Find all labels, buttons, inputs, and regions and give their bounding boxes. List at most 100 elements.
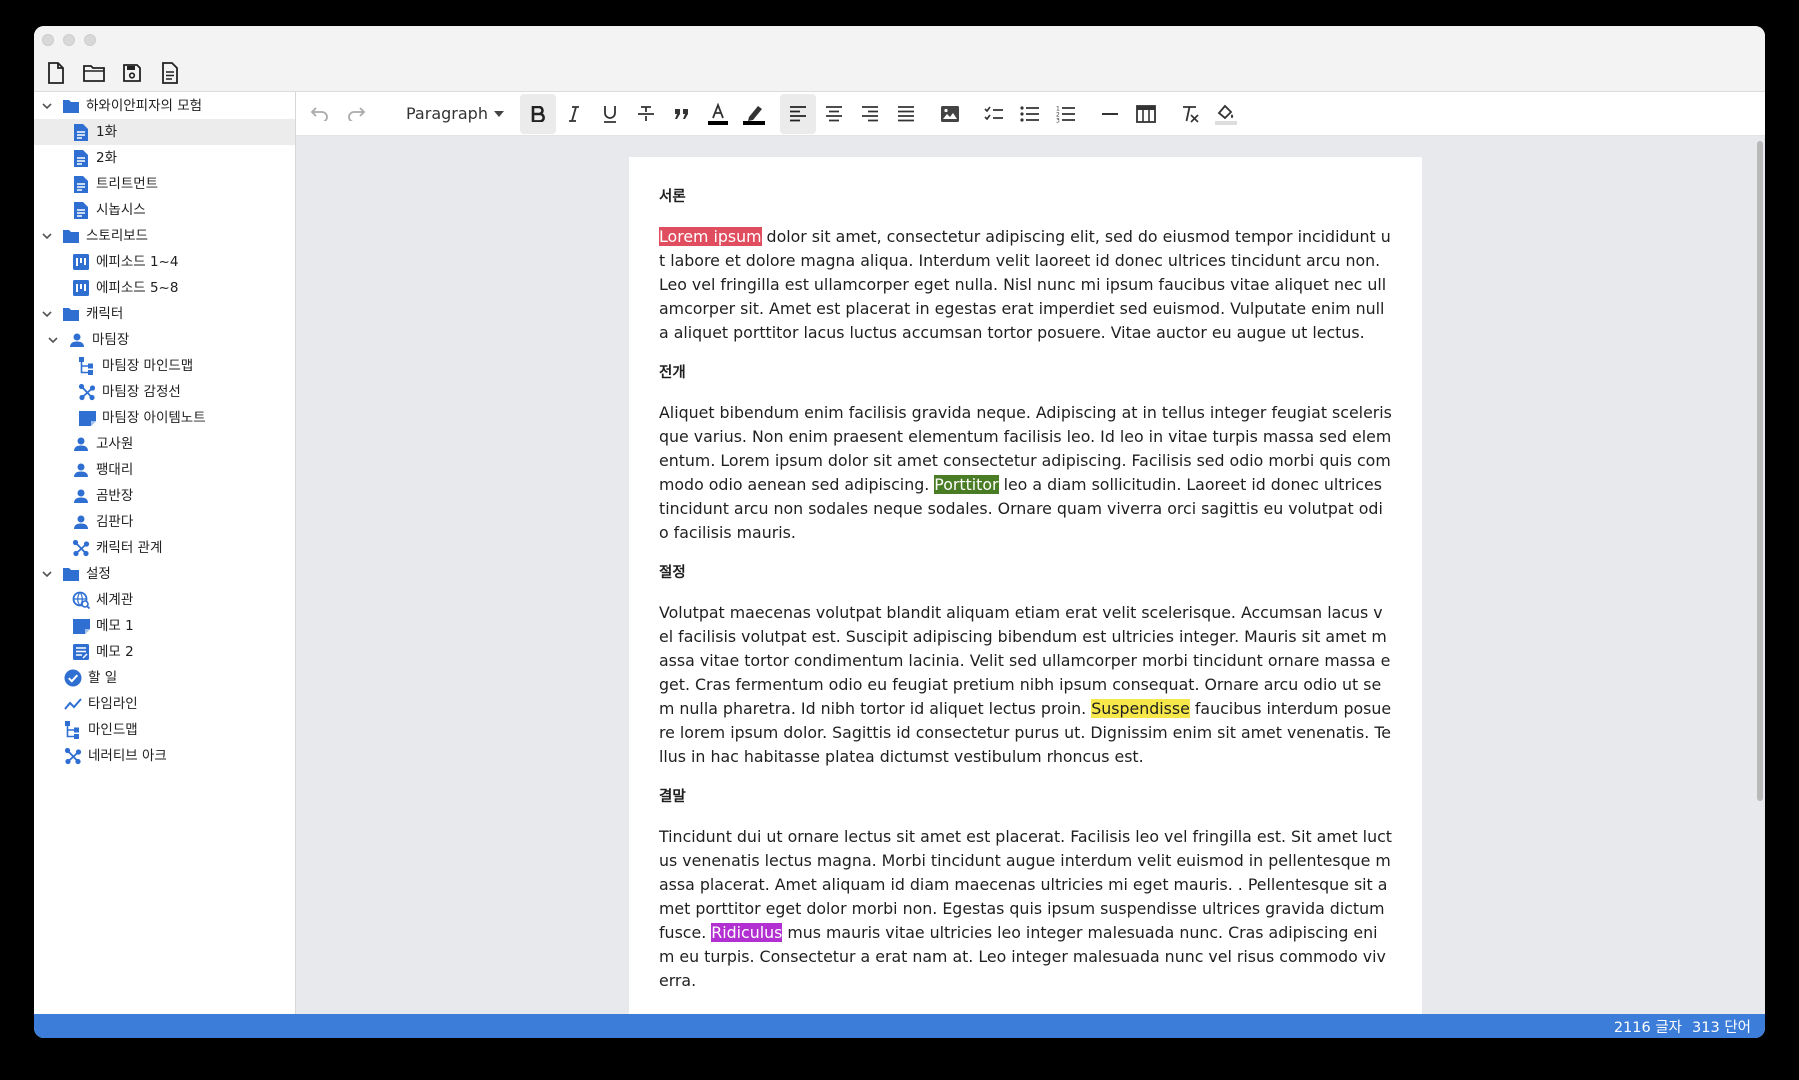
sidebar-item-todo[interactable]: 할 일 bbox=[34, 665, 295, 691]
sidebar-item-ma-team-leader[interactable]: 마팀장 bbox=[34, 327, 295, 353]
strikethrough-icon[interactable] bbox=[628, 94, 664, 134]
highlighted-text: Suspendisse bbox=[1091, 699, 1190, 718]
kanban-icon bbox=[72, 253, 90, 271]
sidebar-item-label: 마팀장 아이템노트 bbox=[102, 410, 206, 426]
sidebar-item-label: 마팀장 마인드맵 bbox=[102, 358, 194, 374]
sidebar-item-label: 세계관 bbox=[96, 592, 134, 608]
highlighted-text: Ridiculus bbox=[711, 923, 783, 942]
file-toolbar bbox=[34, 54, 1765, 92]
text-color-icon[interactable] bbox=[700, 94, 736, 134]
chevron-down-icon[interactable] bbox=[44, 331, 62, 349]
document-scroll-area[interactable]: 서론 Lorem ipsum dolor sit amet, consectetu… bbox=[296, 137, 1765, 1014]
memo-icon bbox=[72, 643, 90, 661]
sidebar-item-label: 김판다 bbox=[96, 514, 134, 530]
kanban-icon bbox=[72, 279, 90, 297]
sidebar-item-label: 할 일 bbox=[88, 670, 118, 686]
sidebar-item-mindmap[interactable]: 마인드맵 bbox=[34, 717, 295, 743]
section-paragraph[interactable]: Aliquet bibendum enim facilisis gravida … bbox=[659, 401, 1392, 545]
sidebar-item-ma-item-note[interactable]: 마팀장 아이템노트 bbox=[34, 405, 295, 431]
chevron-down-icon[interactable] bbox=[38, 305, 56, 323]
quote-icon[interactable] bbox=[664, 94, 700, 134]
image-icon[interactable] bbox=[932, 94, 968, 134]
sidebar-item-storyboard[interactable]: 스토리보드 bbox=[34, 223, 295, 249]
sidebar-item-memo-1[interactable]: 메모 1 bbox=[34, 613, 295, 639]
section-paragraph[interactable]: Lorem ipsum dolor sit amet, consectetur … bbox=[659, 225, 1392, 345]
italic-icon[interactable] bbox=[556, 94, 592, 134]
open-folder-icon[interactable] bbox=[82, 61, 106, 85]
sidebar-item-settings[interactable]: 설정 bbox=[34, 561, 295, 587]
sidebar-item-timeline[interactable]: 타임라인 bbox=[34, 691, 295, 717]
person-icon bbox=[68, 331, 86, 349]
sidebar-item-characters[interactable]: 캐릭터 bbox=[34, 301, 295, 327]
sidebar-item-gom-foreman[interactable]: 곰반장 bbox=[34, 483, 295, 509]
mindmap-icon bbox=[78, 357, 96, 375]
chevron-down-icon[interactable] bbox=[38, 97, 56, 115]
align-justify-icon[interactable] bbox=[888, 94, 924, 134]
document-icon[interactable] bbox=[158, 61, 182, 85]
sidebar-item-kim-panda[interactable]: 김판다 bbox=[34, 509, 295, 535]
paragraph-style-select[interactable]: Paragraph bbox=[392, 94, 514, 134]
chevron-down-icon[interactable] bbox=[38, 565, 56, 583]
world-icon bbox=[72, 591, 90, 609]
arc-icon bbox=[78, 383, 96, 401]
bullet-list-icon[interactable] bbox=[1012, 94, 1048, 134]
sidebar-item-character-relations[interactable]: 캐릭터 관계 bbox=[34, 535, 295, 561]
vertical-scrollbar[interactable] bbox=[1755, 137, 1765, 1014]
caret-down-icon bbox=[493, 110, 504, 117]
sidebar-item-label: 타임라인 bbox=[88, 696, 138, 712]
sidebar-item-ma-emotion-line[interactable]: 마팀장 감정선 bbox=[34, 379, 295, 405]
bold-icon[interactable] bbox=[519, 93, 556, 134]
sidebar-item-label: 캐릭터 관계 bbox=[96, 540, 163, 556]
sidebar-item-hawaiian-pizza[interactable]: 하와이안피자의 모험 bbox=[34, 93, 295, 119]
section-paragraph[interactable]: Volutpat maecenas volutpat blandit aliqu… bbox=[659, 601, 1392, 769]
sidebar-item-go-employee[interactable]: 고사원 bbox=[34, 431, 295, 457]
section-paragraph[interactable]: Tincidunt dui ut ornare lectus sit amet … bbox=[659, 825, 1392, 993]
document-page[interactable]: 서론 Lorem ipsum dolor sit amet, consectetu… bbox=[629, 157, 1422, 1014]
sidebar-item-label: 팽대리 bbox=[96, 462, 134, 478]
numbered-list-icon[interactable]: 123 bbox=[1048, 94, 1084, 134]
close-window-button[interactable] bbox=[42, 34, 54, 46]
highlight-icon[interactable] bbox=[736, 94, 772, 134]
sidebar-item-synopsis[interactable]: 시놉시스 bbox=[34, 197, 295, 223]
sidebar-item-ma-mindmap[interactable]: 마팀장 마인드맵 bbox=[34, 353, 295, 379]
horizontal-rule-icon[interactable] bbox=[1092, 94, 1128, 134]
align-right-icon[interactable] bbox=[852, 94, 888, 134]
paragraph-text: dolor sit amet, consectetur adipiscing e… bbox=[659, 227, 1391, 342]
undo-icon[interactable] bbox=[302, 94, 338, 134]
checklist-icon[interactable] bbox=[976, 94, 1012, 134]
sidebar-item-label: 네러티브 아크 bbox=[88, 748, 167, 764]
sidebar-item-label: 에피소드 5~8 bbox=[96, 280, 179, 296]
document-icon bbox=[72, 175, 90, 193]
sidebar-item-treatment[interactable]: 트리트먼트 bbox=[34, 171, 295, 197]
table-icon[interactable] bbox=[1128, 94, 1164, 134]
sidebar-item-label: 트리트먼트 bbox=[96, 176, 159, 192]
sidebar-item-label: 1화 bbox=[96, 124, 118, 140]
sidebar-item-worldview[interactable]: 세계관 bbox=[34, 587, 295, 613]
sidebar-item-episode-2[interactable]: 2화 bbox=[34, 145, 295, 171]
person-icon bbox=[72, 513, 90, 531]
new-file-icon[interactable] bbox=[44, 61, 68, 85]
clear-format-icon[interactable] bbox=[1172, 94, 1208, 134]
chevron-down-icon[interactable] bbox=[38, 227, 56, 245]
underline-icon[interactable] bbox=[592, 94, 628, 134]
paragraph-style-label: Paragraph bbox=[406, 104, 488, 123]
timeline-icon bbox=[64, 695, 82, 713]
sidebar-item-label: 캐릭터 bbox=[86, 306, 124, 322]
fill-color-icon[interactable] bbox=[1208, 94, 1244, 134]
redo-icon[interactable] bbox=[338, 94, 374, 134]
scrollbar-thumb[interactable] bbox=[1757, 141, 1763, 801]
section-heading: 전개 bbox=[659, 365, 686, 381]
sidebar-item-paeng-assistant[interactable]: 팽대리 bbox=[34, 457, 295, 483]
document-icon bbox=[72, 123, 90, 141]
sidebar-item-episode-1[interactable]: 1화 bbox=[34, 119, 295, 145]
sidebar-item-episodes-1-4[interactable]: 에피소드 1~4 bbox=[34, 249, 295, 275]
save-icon[interactable] bbox=[120, 61, 144, 85]
sidebar-item-narrative-arc[interactable]: 네러티브 아크 bbox=[34, 743, 295, 769]
align-left-icon[interactable] bbox=[779, 93, 816, 134]
minimize-window-button[interactable] bbox=[63, 34, 75, 46]
align-center-icon[interactable] bbox=[816, 94, 852, 134]
sidebar-item-memo-2[interactable]: 메모 2 bbox=[34, 639, 295, 665]
note-icon bbox=[72, 617, 90, 635]
sidebar-item-episodes-5-8[interactable]: 에피소드 5~8 bbox=[34, 275, 295, 301]
maximize-window-button[interactable] bbox=[84, 34, 96, 46]
